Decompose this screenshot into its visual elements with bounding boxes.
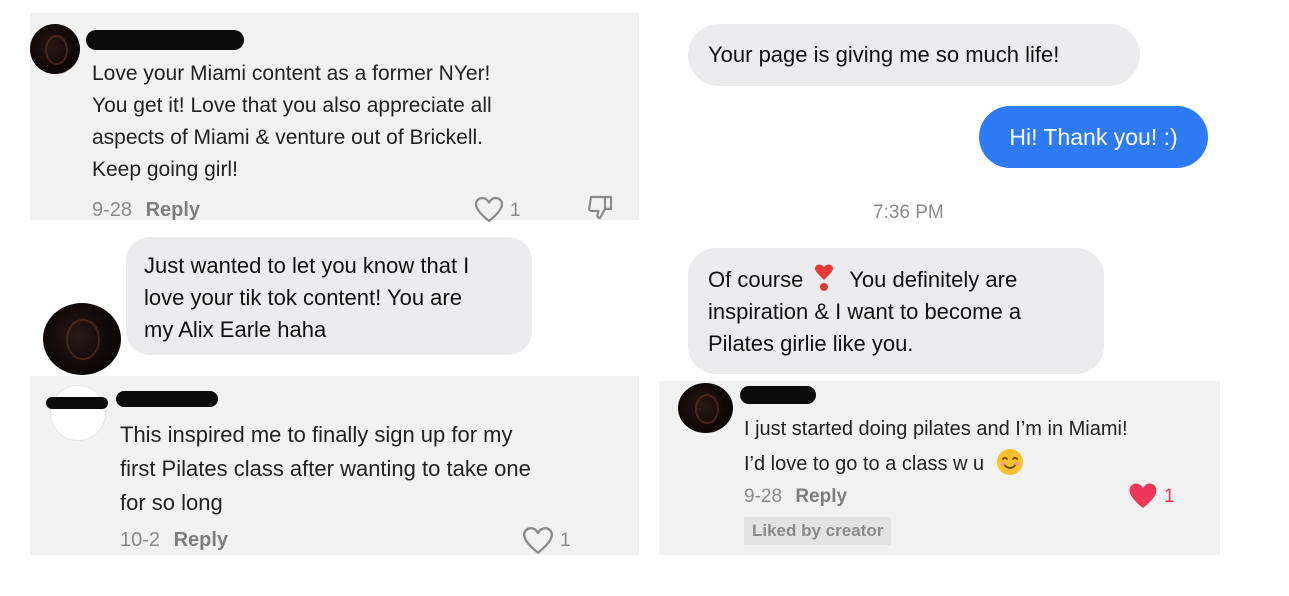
- comment-text: Love your Miami content as a former NYer…: [92, 58, 492, 186]
- incoming-message-text: Your page is giving me so much life!: [708, 42, 1060, 67]
- dm-line: Just wanted to let you know that I: [144, 253, 470, 278]
- exclamation-heart-icon: [814, 264, 833, 291]
- incoming-message-line: inspiration & I want to become a: [708, 299, 1022, 324]
- redacted-username: [46, 397, 108, 409]
- incoming-message: Of course You definitely are inspiration…: [688, 248, 1104, 374]
- smile-emoji-icon: [996, 449, 1023, 475]
- comment-date: 9-28: [744, 486, 783, 507]
- reply-button[interactable]: Reply: [146, 199, 200, 221]
- commenter-avatar[interactable]: [50, 385, 106, 441]
- chat-timestamp: 7:36 PM: [873, 202, 944, 223]
- commenter-avatar[interactable]: [678, 383, 733, 433]
- redacted-username: [740, 386, 816, 404]
- reply-button[interactable]: Reply: [795, 486, 847, 507]
- comment-line: I just started doing pilates and I’m in …: [744, 418, 1128, 440]
- heart-outline-icon[interactable]: [522, 526, 554, 556]
- comment-line: first Pilates class after wanting to tak…: [120, 456, 531, 481]
- comment-text: This inspired me to finally sign up for …: [120, 418, 531, 520]
- redacted-username: [86, 30, 244, 50]
- comment-date: 10-2: [120, 529, 161, 551]
- redacted-username: [116, 391, 218, 407]
- comment-date: 9-28: [92, 199, 133, 221]
- comment-line: You get it! Love that you also appreciat…: [92, 94, 492, 117]
- comment-line: Love your Miami content as a former NYer…: [92, 62, 491, 85]
- like-count: 1: [510, 200, 521, 221]
- dislike-icon[interactable]: [586, 194, 614, 222]
- reply-button[interactable]: Reply: [174, 529, 228, 551]
- message-text: You definitely are: [849, 267, 1018, 292]
- outgoing-message-text: Hi! Thank you! :): [1009, 123, 1178, 150]
- commenter-avatar[interactable]: [30, 24, 80, 74]
- comment-meta: 9-28 Reply: [92, 199, 200, 222]
- comment-meta: 9-28 Reply: [744, 486, 847, 508]
- comment-line: Keep going girl!: [92, 158, 238, 181]
- incoming-message: Your page is giving me so much life!: [688, 24, 1140, 86]
- like-count: 1: [560, 530, 571, 551]
- incoming-message-line: Pilates girlie like you.: [708, 331, 914, 356]
- dm-line: love your tik tok content! You are: [144, 285, 462, 310]
- comment-line: This inspired me to finally sign up for …: [120, 422, 513, 447]
- comment-line: I’d love to go to a class w u: [744, 447, 1128, 482]
- heart-outline-icon[interactable]: [474, 196, 504, 224]
- comment-line: aspects of Miami & venture out of Bricke…: [92, 126, 483, 149]
- incoming-message-line: Of course You definitely are: [708, 263, 1021, 296]
- sender-avatar[interactable]: [43, 303, 121, 375]
- comment-line: for so long: [120, 490, 223, 515]
- dm-bubble: Just wanted to let you know that I love …: [126, 237, 532, 355]
- outgoing-message: Hi! Thank you! :): [979, 106, 1208, 168]
- comment-text: I just started doing pilates and I’m in …: [744, 412, 1128, 482]
- message-text: Of course: [708, 267, 804, 292]
- dm-line: my Alix Earle haha: [144, 317, 327, 342]
- comment-meta: 10-2 Reply: [120, 529, 228, 552]
- like-count: 1: [1164, 486, 1175, 507]
- heart-filled-icon[interactable]: [1127, 482, 1159, 510]
- liked-by-creator-badge: Liked by creator: [744, 517, 892, 545]
- comment-text-segment: I’d love to go to a class w u: [744, 453, 985, 475]
